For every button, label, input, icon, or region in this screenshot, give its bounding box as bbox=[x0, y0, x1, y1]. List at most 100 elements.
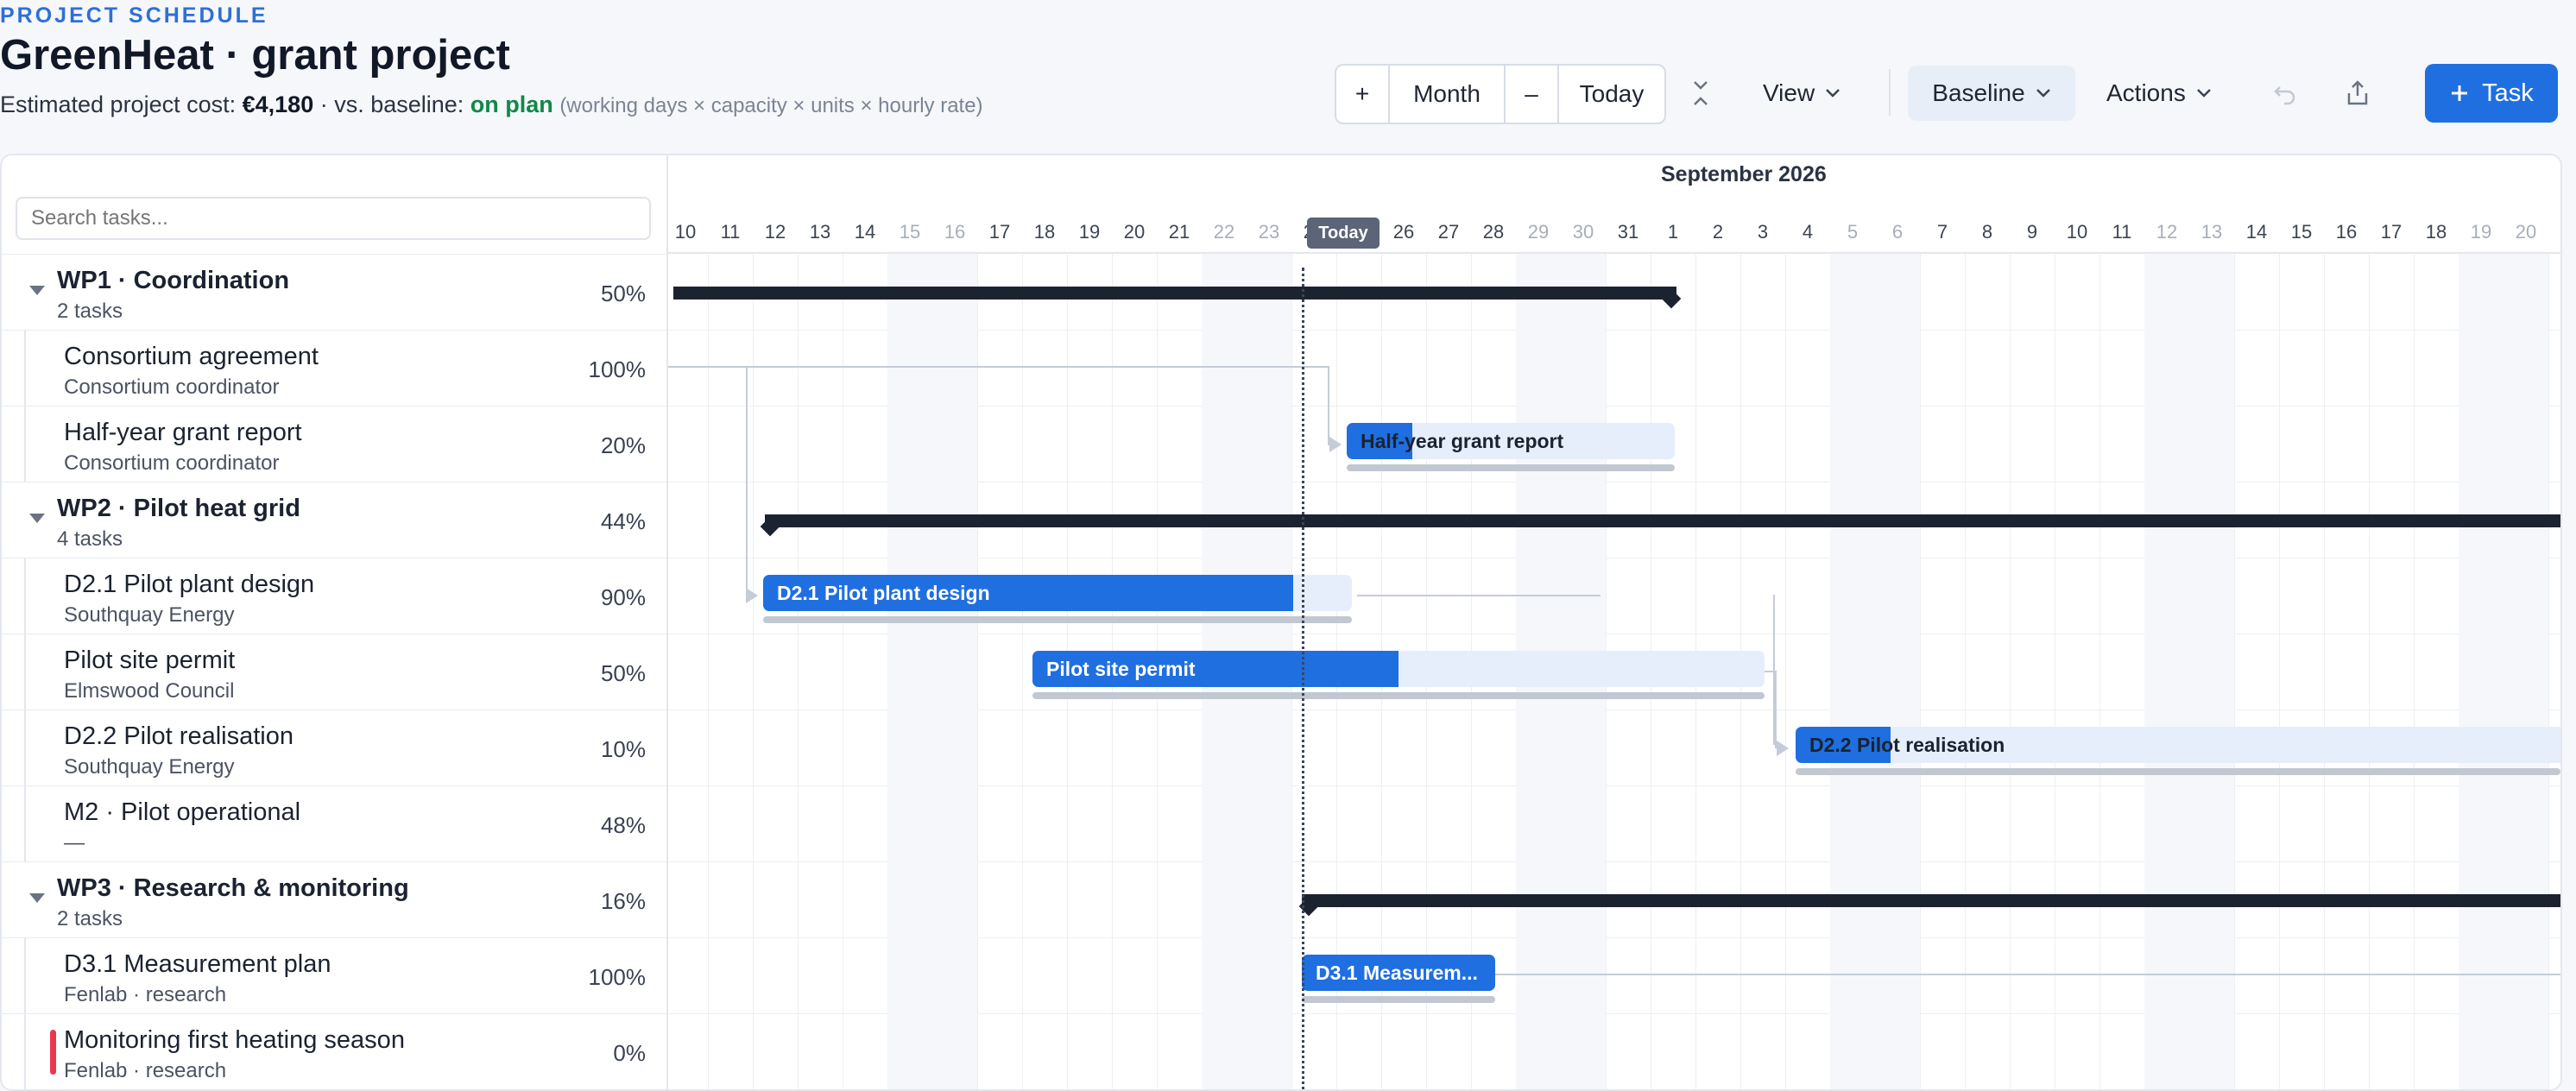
weekend-column bbox=[2459, 254, 2503, 1089]
page-eyebrow: PROJECT SCHEDULE bbox=[0, 3, 268, 28]
undo-button[interactable] bbox=[2272, 66, 2298, 121]
task-row[interactable]: D2.1 Pilot plant design Southquay Energy 9… bbox=[2, 558, 666, 634]
task-owner: 2 tasks bbox=[57, 300, 123, 323]
wp3-summary-bar[interactable] bbox=[1302, 894, 2560, 907]
task-progress: 20% bbox=[600, 432, 646, 458]
add-task-button[interactable]: Task bbox=[2425, 64, 2558, 123]
grid-line bbox=[2324, 254, 2325, 1089]
day-label: 19 bbox=[1078, 221, 1101, 243]
caret-down-icon[interactable] bbox=[29, 514, 45, 523]
indent-guide bbox=[24, 331, 26, 407]
day-label: 13 bbox=[2200, 221, 2223, 243]
zoom-in-button[interactable]: + bbox=[1336, 66, 1390, 123]
task-row[interactable]: Monitoring first heating season Fenlab · … bbox=[2, 1013, 666, 1089]
caret-down-icon[interactable] bbox=[29, 286, 45, 295]
view-label: View bbox=[1763, 79, 1815, 106]
task-row[interactable]: D3.1 Measurement plan Fenlab · research 10… bbox=[2, 937, 666, 1014]
grid-line bbox=[2010, 254, 2011, 1089]
baseline-prefix: · vs. baseline: bbox=[313, 91, 470, 117]
day-label: 20 bbox=[2515, 221, 2537, 243]
day-label: 3 bbox=[1757, 221, 1769, 243]
view-menu-button[interactable]: View bbox=[1763, 66, 1840, 121]
day-label: 8 bbox=[1981, 221, 1993, 243]
search-input[interactable] bbox=[16, 197, 651, 240]
dependency-line bbox=[1328, 366, 1329, 445]
indent-guide bbox=[24, 938, 26, 1014]
plus-icon bbox=[2452, 85, 2468, 101]
task-progress: 50% bbox=[600, 281, 646, 306]
today-button[interactable]: Today bbox=[1559, 66, 1664, 123]
dependency-line bbox=[1357, 595, 1601, 596]
indent-guide bbox=[24, 786, 26, 862]
dependency-line bbox=[746, 368, 748, 596]
task-name: Half-year grant report bbox=[64, 419, 302, 446]
task-owner: — bbox=[64, 831, 85, 855]
indent-guide bbox=[24, 558, 26, 634]
day-label: 23 bbox=[1258, 221, 1280, 243]
task-row[interactable]: M2 · Pilot operational — 48% bbox=[2, 785, 666, 862]
day-label: 14 bbox=[2245, 221, 2268, 243]
task-owner: Fenlab · research bbox=[64, 1059, 227, 1082]
group-row[interactable]: WP2 · Pilot heat grid 4 tasks 44% bbox=[2, 482, 666, 558]
task-row[interactable]: Half-year grant report Consortium coordin… bbox=[2, 406, 666, 482]
day-label: 21 bbox=[2548, 221, 2561, 243]
day-label: 21 bbox=[1168, 221, 1190, 243]
task-progress: 10% bbox=[600, 736, 646, 762]
wp2-summary-bar[interactable] bbox=[765, 514, 2560, 527]
bar-label: D3.1 Measurem... bbox=[1316, 962, 1478, 984]
day-label: 5 bbox=[1847, 221, 1859, 243]
task-row[interactable]: D2.2 Pilot realisation Southquay Energy 10… bbox=[2, 709, 666, 786]
day-label: 6 bbox=[1891, 221, 1904, 243]
baseline-bar bbox=[1032, 692, 1765, 699]
day-label: 18 bbox=[2425, 221, 2447, 243]
dependency-line bbox=[1493, 974, 2560, 975]
task-owner: 4 tasks bbox=[57, 527, 123, 551]
dependency-line bbox=[668, 366, 1329, 368]
group-row[interactable]: WP3 · Research & monitoring 2 tasks 16% bbox=[2, 861, 666, 938]
task-bar-pilot-realisation[interactable]: D2.2 Pilot realisation bbox=[1796, 727, 2560, 763]
day-label: 17 bbox=[988, 221, 1011, 243]
baseline-bar bbox=[1796, 768, 2560, 775]
dependency-arrow bbox=[1777, 741, 1789, 756]
task-owner: Consortium coordinator bbox=[64, 375, 280, 399]
collapse-icon bbox=[1694, 81, 1708, 105]
group-row[interactable]: WP1 · Coordination 2 tasks 50% bbox=[2, 254, 666, 331]
day-label: 15 bbox=[899, 221, 921, 243]
grid-line bbox=[1785, 254, 1786, 1089]
day-label: 16 bbox=[2335, 221, 2358, 243]
baseline-status: on plan bbox=[470, 91, 553, 117]
weekend-column bbox=[2189, 254, 2234, 1089]
wp1-summary-bar[interactable] bbox=[673, 287, 1676, 300]
task-row[interactable]: Pilot site permit Elmswood Council 50% bbox=[2, 634, 666, 710]
task-owner: Elmswood Council bbox=[64, 679, 235, 703]
actions-menu-button[interactable]: Actions bbox=[2106, 66, 2212, 121]
task-progress: 44% bbox=[600, 508, 646, 534]
today-marker-line bbox=[1302, 268, 1304, 1089]
day-label: 11 bbox=[2112, 221, 2132, 243]
day-label: 26 bbox=[1392, 221, 1415, 243]
task-name: M2 · Pilot operational bbox=[64, 798, 301, 826]
day-label: 4 bbox=[1802, 221, 1814, 243]
zoom-control: + Month – Today bbox=[1335, 64, 1666, 124]
task-bar-pilot-plant-design[interactable]: D2.1 Pilot plant design bbox=[763, 575, 1352, 611]
actions-label: Actions bbox=[2106, 79, 2186, 106]
task-row[interactable]: Consortium agreement Consortium coordinat… bbox=[2, 330, 666, 407]
task-progress: 16% bbox=[600, 888, 646, 914]
zoom-out-button[interactable]: – bbox=[1506, 66, 1559, 123]
grid-line bbox=[977, 254, 978, 1089]
task-bar-half-year-report[interactable]: Half-year grant report bbox=[1347, 423, 1675, 459]
bar-label: Pilot site permit bbox=[1046, 658, 1196, 680]
day-label: 28 bbox=[1482, 221, 1505, 243]
export-button[interactable] bbox=[2345, 66, 2371, 121]
task-bar-measurement-plan[interactable]: D3.1 Measurem... bbox=[1302, 955, 1495, 991]
scale-button[interactable]: Month bbox=[1390, 66, 1506, 123]
task-bar-pilot-site-permit[interactable]: Pilot site permit bbox=[1032, 651, 1765, 687]
grid-line bbox=[798, 254, 799, 1089]
cost-prefix: Estimated project cost: bbox=[0, 91, 243, 117]
caret-down-icon[interactable] bbox=[29, 893, 45, 903]
baseline-menu-button[interactable]: Baseline bbox=[1908, 66, 2075, 121]
collapse-all-button[interactable] bbox=[1689, 66, 1713, 121]
task-name: D3.1 Measurement plan bbox=[64, 950, 331, 978]
day-label: 14 bbox=[854, 221, 876, 243]
gantt-panel: WP1 · Coordination2 tasks50%Consortium a… bbox=[0, 154, 2562, 1091]
